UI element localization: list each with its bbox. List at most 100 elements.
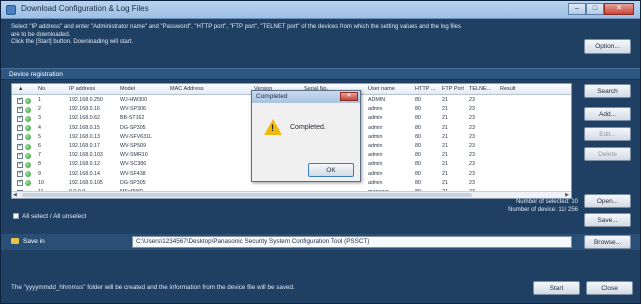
scroll-left-icon[interactable]: ◀ [13, 192, 17, 198]
device-count: Number of device: 11/ 256 [508, 206, 578, 213]
cell-http: 80 [415, 152, 421, 159]
add-button[interactable]: Add... [584, 107, 631, 121]
row-checkbox[interactable] [17, 132, 23, 141]
cell-telnet: 23 [469, 143, 475, 149]
cell-no: 7 [38, 152, 41, 159]
cell-no: 2 [38, 106, 41, 113]
open-button[interactable]: Open... [584, 194, 631, 208]
col-header-http[interactable]: HTTP ... [415, 86, 435, 92]
instruction-line-2: are to be downloaded. [11, 31, 71, 38]
sort-icon[interactable]: ▲ [18, 86, 23, 92]
cell-ftp: 21 [442, 161, 448, 168]
cell-model: WV-SMR10 [120, 152, 148, 159]
status-ok-icon [25, 143, 31, 150]
selected-count: Number of selected: 10 [515, 199, 578, 205]
scroll-thumb[interactable] [22, 193, 472, 197]
col-header-ftp[interactable]: FTP Port [442, 86, 464, 92]
cell-ip: 192.168.0.12 [69, 161, 100, 168]
row-checkbox[interactable] [17, 169, 23, 178]
col-header-user[interactable]: User name [368, 86, 395, 92]
cell-no: 9 [38, 170, 41, 177]
completed-dialog: Completed ✕ ! Completed. OK [251, 90, 361, 182]
cell-user: admin [368, 106, 383, 113]
cell-model: DG-SP305 [120, 124, 146, 131]
cell-user: admin [368, 170, 383, 177]
cell-user: ADMIN [368, 97, 386, 103]
status-ok-icon [25, 134, 31, 141]
horizontal-scrollbar[interactable]: ◀ ▶ [12, 191, 571, 198]
cell-user: admin [368, 143, 383, 149]
status-ok-icon [25, 180, 31, 187]
row-checkbox[interactable] [17, 105, 23, 114]
cell-user: admin [368, 179, 383, 186]
cell-user: admin [368, 161, 383, 168]
scroll-right-icon[interactable]: ▶ [565, 192, 569, 198]
instruction-line-1: Select "IP address" and enter "Administr… [11, 24, 461, 30]
cell-no: 3 [38, 115, 41, 122]
cell-model: BB-ST162 [120, 115, 145, 122]
title-bar: Download Configuration & Log Files – □ ✕ [1, 1, 640, 19]
cell-telnet: 23 [469, 97, 475, 103]
cell-telnet: 23 [469, 115, 475, 122]
cell-ip: 192.168.0.13 [69, 133, 100, 140]
cell-model: DG-SP305 [120, 179, 146, 186]
option-button[interactable]: Option... [584, 39, 631, 54]
cell-no: 1 [38, 97, 41, 103]
row-checkbox[interactable] [17, 151, 23, 160]
row-checkbox[interactable] [17, 142, 23, 151]
close-icon[interactable]: ✕ [604, 3, 634, 15]
row-checkbox[interactable] [17, 160, 23, 169]
status-ok-icon [25, 125, 31, 132]
cell-http: 80 [415, 106, 421, 113]
delete-button[interactable]: Delete [584, 147, 631, 161]
edit-button[interactable]: Edit... [584, 127, 631, 141]
col-header-mac[interactable]: MAC Address [170, 86, 204, 92]
close-button[interactable]: Close [586, 281, 633, 295]
row-checkbox[interactable] [17, 114, 23, 123]
col-header-no[interactable]: No. [38, 86, 47, 92]
row-checkbox[interactable] [17, 123, 23, 132]
col-header-telnet[interactable]: TELNE... [469, 86, 491, 92]
col-header-ip[interactable]: IP address [69, 86, 95, 92]
save-path-field[interactable]: C:\Users\1234567\Desktop\Panasonic Secur… [132, 236, 572, 248]
cell-user: admin [368, 152, 383, 159]
footer-note: The "yyyymmdd_hhmmss" folder will be cre… [11, 284, 295, 291]
download-config-window: Download Configuration & Log Files – □ ✕… [0, 0, 641, 304]
col-header-result[interactable]: Result [500, 86, 516, 92]
dialog-close-icon[interactable]: ✕ [340, 92, 358, 101]
search-button[interactable]: Search [584, 84, 631, 98]
cell-ftp: 21 [442, 97, 448, 103]
cell-ip: 192.168.0.17 [69, 143, 100, 149]
cell-user: admin [368, 115, 383, 122]
cell-ip: 192.168.0.16 [69, 106, 100, 113]
select-all-checkbox[interactable] [13, 213, 19, 220]
cell-http: 80 [415, 97, 421, 103]
cell-http: 80 [415, 133, 421, 140]
cell-model: WV-SF438 [120, 170, 146, 177]
cell-ftp: 21 [442, 115, 448, 122]
dialog-ok-button[interactable]: OK [308, 163, 354, 177]
row-checkbox[interactable] [17, 178, 23, 187]
status-ok-icon [25, 106, 31, 113]
device-registration-header: Device registration [1, 68, 640, 80]
cell-no: 8 [38, 161, 41, 168]
start-button[interactable]: Start [533, 281, 580, 295]
cell-ip: 192.168.0.250 [69, 97, 103, 103]
cell-telnet: 23 [469, 170, 475, 177]
maximize-icon[interactable]: □ [586, 3, 604, 15]
select-all-toggle[interactable]: All select / All unselect [13, 213, 86, 220]
cell-ip: 192.168.0.103 [69, 152, 103, 159]
window-controls: – □ ✕ [568, 3, 634, 15]
col-header-model[interactable]: Model [120, 86, 135, 92]
device-counts: Number of selected: 10 Number of device:… [508, 199, 578, 214]
browse-button[interactable]: Browse... [584, 235, 631, 249]
row-checkbox[interactable] [17, 96, 23, 105]
cell-http: 80 [415, 115, 421, 122]
minimize-icon[interactable]: – [568, 3, 586, 15]
cell-ftp: 21 [442, 143, 448, 149]
cell-http: 80 [415, 124, 421, 131]
cell-ftp: 21 [442, 170, 448, 177]
save-button[interactable]: Save... [584, 213, 631, 227]
folder-icon [11, 238, 19, 245]
instructions-text: Select "IP address" and enter "Administr… [11, 24, 571, 47]
